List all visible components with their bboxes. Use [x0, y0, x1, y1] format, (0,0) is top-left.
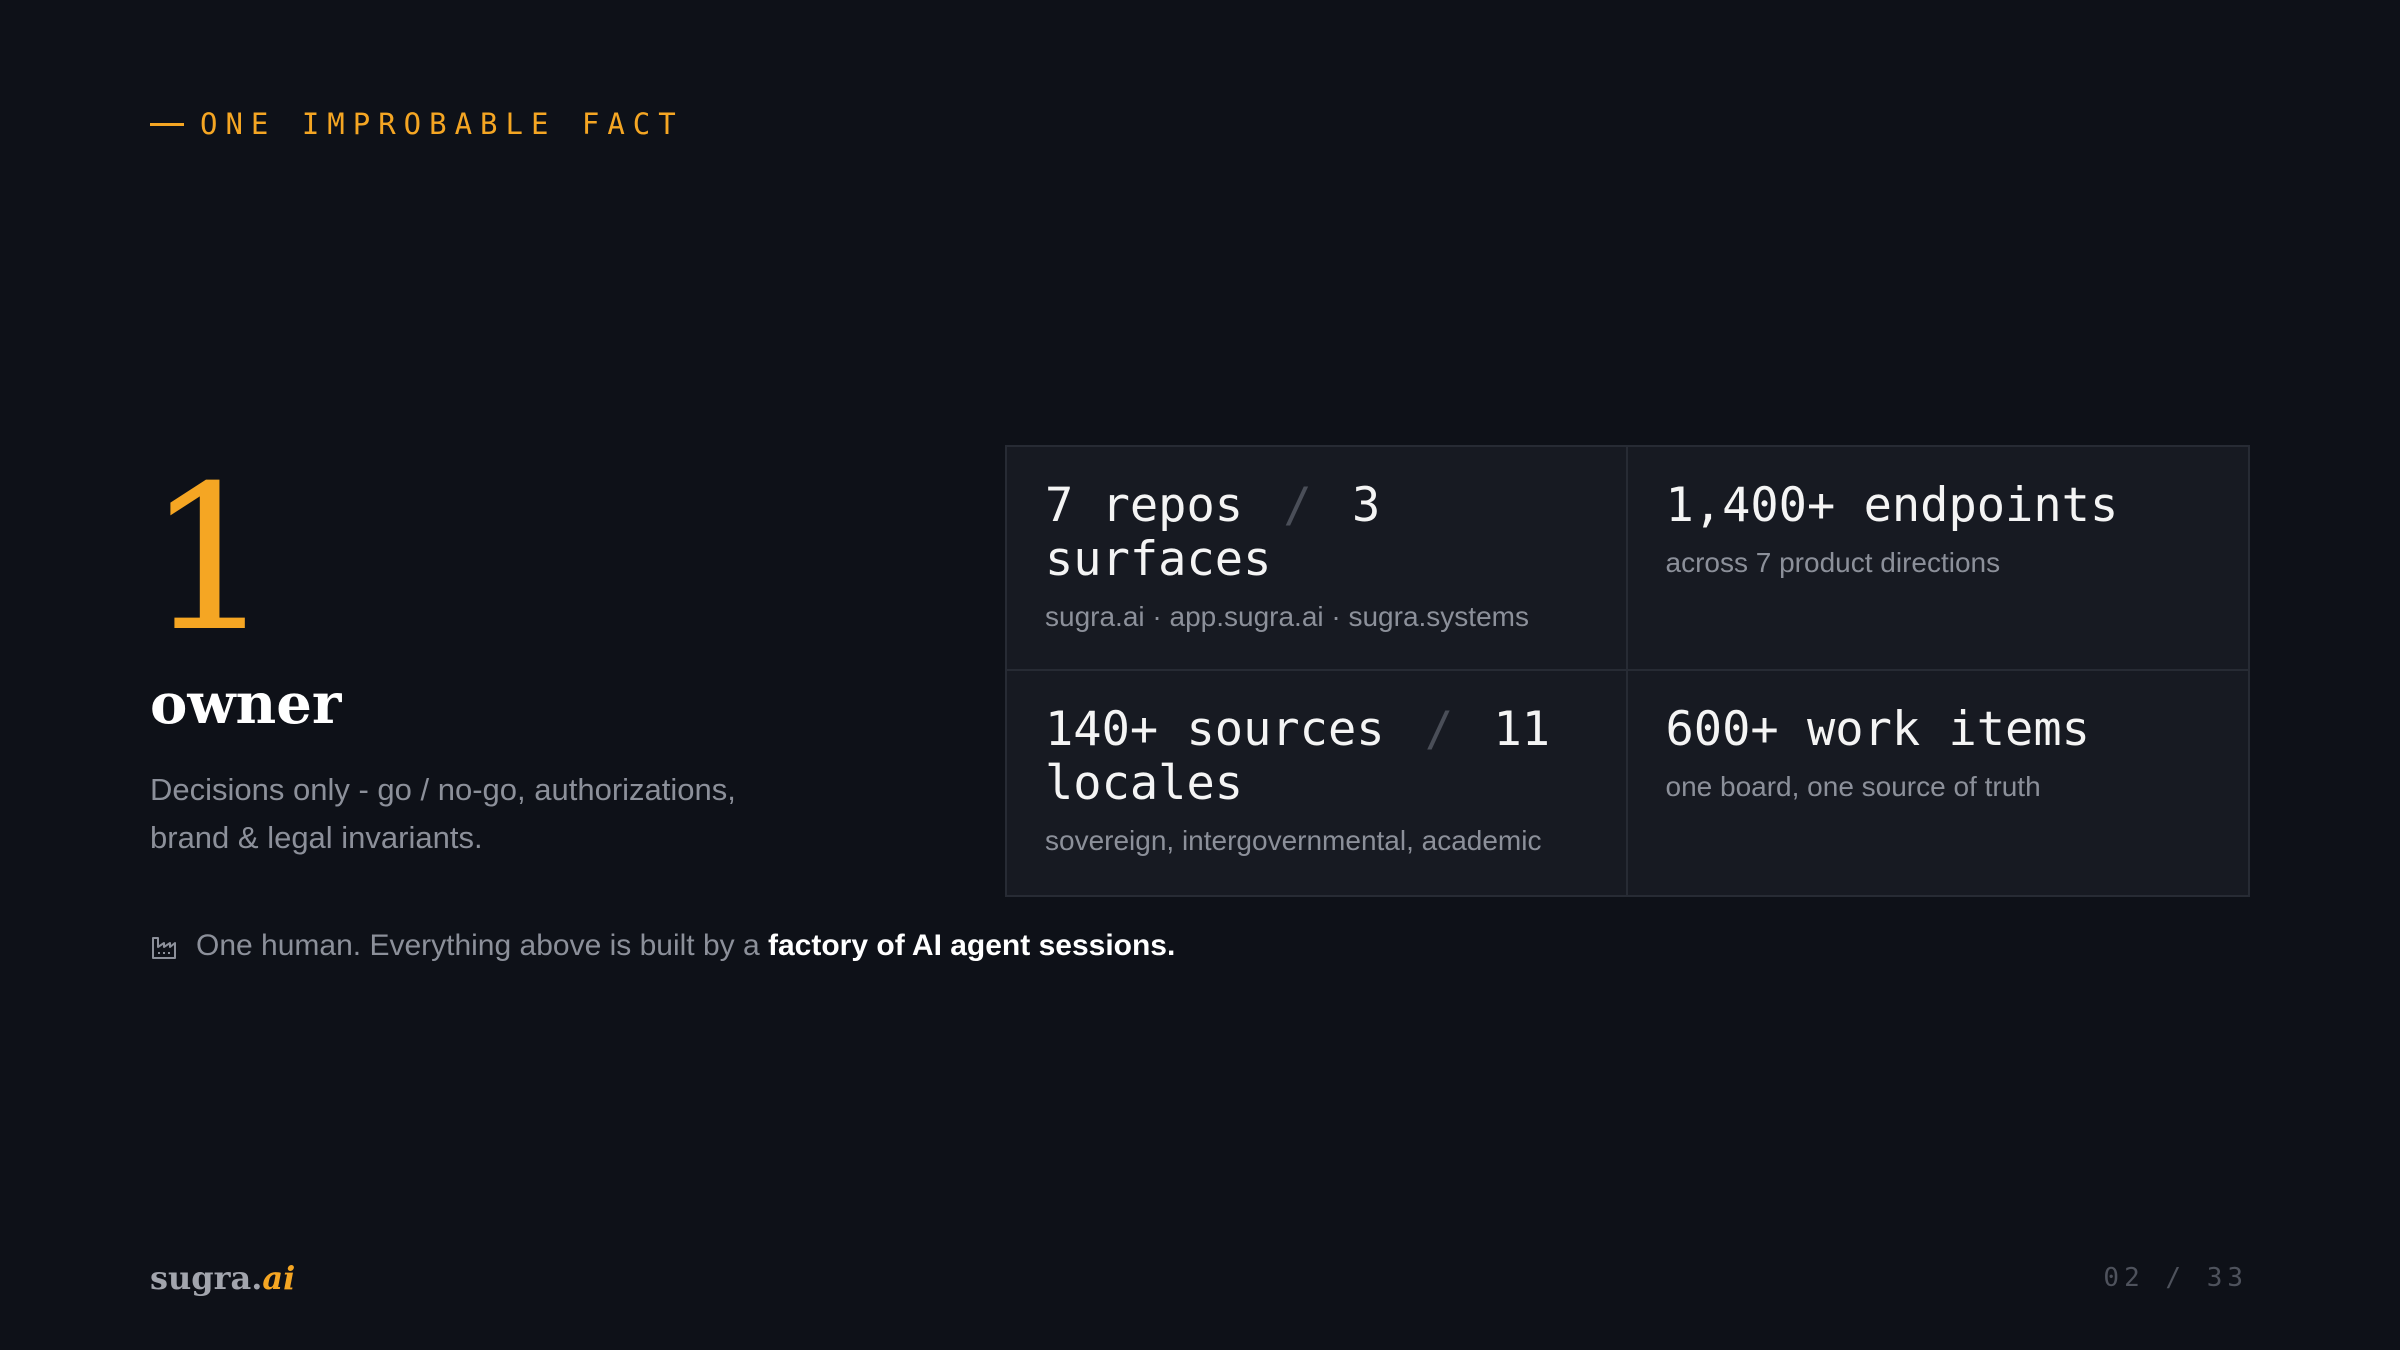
- stat-title: 140+ sources / 11 locales: [1045, 703, 1590, 811]
- stat-subtitle: across 7 product directions: [1665, 547, 2001, 578]
- section-eyebrow: ONE IMPROBABLE FACT: [150, 104, 684, 144]
- stat-title-part-a: 140+ sources: [1045, 702, 1385, 757]
- stat-subtitle: sugra.ai · app.sugra.ai · sugra.systems: [1045, 601, 1529, 632]
- stat-title-part-a: 600+ work items: [1665, 702, 2090, 757]
- stat-separator: /: [1424, 702, 1454, 757]
- footnote-text: One human. Everything above is built by …: [196, 926, 1175, 966]
- footnote-plain: One human. Everything above is built by …: [196, 929, 768, 962]
- page-indicator: 02 / 33: [2103, 1263, 2248, 1293]
- hero-description: Decisions only - go / no-go, authorizati…: [150, 772, 736, 855]
- stat-subtitle: sovereign, intergovernmental, academic: [1045, 825, 1542, 856]
- stat-card-sources: 140+ sources / 11 locales sovereign, int…: [1007, 671, 1628, 895]
- logo-accent: ai: [262, 1259, 296, 1297]
- factory-icon: [150, 932, 178, 960]
- eyebrow-text: ONE IMPROBABLE FACT: [200, 107, 684, 141]
- stat-card-work-items: 600+ work items one board, one source of…: [1628, 671, 2249, 895]
- stat-separator: /: [1283, 478, 1312, 533]
- stats-grid: 7 repos / 3 surfaces sugra.ai · app.sugr…: [1005, 445, 2250, 897]
- stat-card-endpoints: 1,400+ endpoints across 7 product direct…: [1627, 447, 2248, 671]
- eyebrow-dash: [150, 122, 184, 126]
- stat-title: 1,400+ endpoints: [1666, 479, 2213, 533]
- footnote: One human. Everything above is built by …: [150, 926, 1175, 966]
- brand-logo: sugra.ai: [150, 1258, 295, 1298]
- stat-title-part-a: 1,400+ endpoints: [1665, 478, 2119, 533]
- footnote-emphasis: factory of AI agent sessions.: [768, 929, 1176, 962]
- stat-card-repos: 7 repos / 3 surfaces sugra.ai · app.sugr…: [1007, 447, 1628, 671]
- logo-main: sugra.: [150, 1259, 263, 1297]
- stat-subtitle: one board, one source of truth: [1665, 771, 2041, 802]
- stat-title: 600+ work items: [1666, 703, 2213, 757]
- hero-number: 1: [146, 443, 274, 676]
- hero-caption: owner: [150, 671, 342, 737]
- stat-title: 7 repos / 3 surfaces: [1045, 479, 1590, 587]
- stat-title-part-a: 7 repos: [1045, 478, 1244, 533]
